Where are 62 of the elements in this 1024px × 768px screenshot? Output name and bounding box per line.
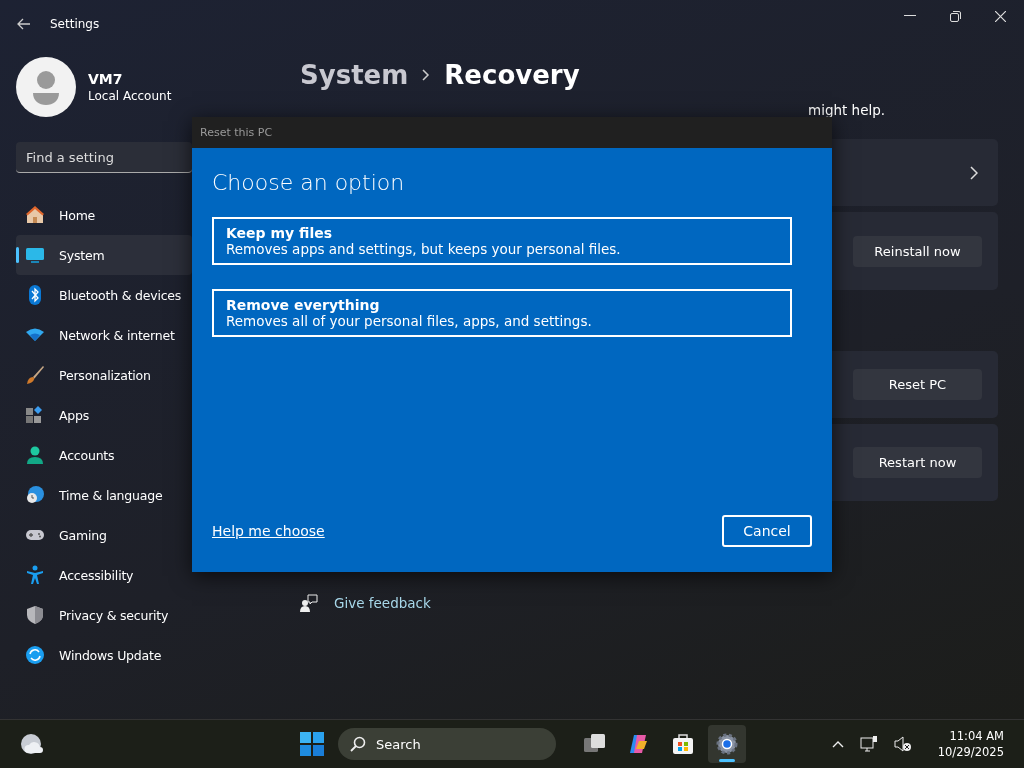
weather-icon[interactable] (20, 733, 46, 756)
gear-icon (715, 732, 739, 757)
sidebar-item[interactable]: System (16, 235, 192, 275)
chevron-icon[interactable] (970, 165, 978, 180)
home-icon (25, 205, 45, 225)
clock-time[interactable]: 11:04 AM (949, 729, 1004, 744)
feedback-icon (300, 594, 318, 612)
sidebar-item[interactable]: Accessibility (16, 555, 192, 595)
breadcrumb-link[interactable]: System (300, 60, 409, 90)
feedback-link[interactable]: Give feedback (334, 595, 431, 611)
search-field[interactable]: Find a setting (16, 142, 192, 173)
shield-icon (25, 605, 45, 625)
dialog-heading: Choose an option (212, 170, 406, 195)
option-title: Remove everything (226, 297, 381, 313)
option-button[interactable]: Remove everything Removes all of your personal files, apps, and settings. (212, 289, 792, 337)
sidebar-item[interactable]: Apps (16, 395, 192, 435)
accessibility-icon (25, 565, 45, 585)
action-button[interactable]: Reinstall now (853, 235, 982, 267)
apps-icon (25, 405, 45, 425)
time-icon (25, 485, 45, 505)
dialog-title: Reset this PC (200, 126, 273, 139)
account-name: VM7 (88, 71, 124, 87)
sidebar-item[interactable]: Privacy & security (16, 595, 192, 635)
accounts-icon (25, 445, 45, 465)
option-button[interactable]: Keep my files Removes apps and settings, but keeps your personal files. (212, 217, 792, 265)
page-title: Recovery (444, 60, 580, 90)
action-button[interactable]: Restart now (853, 447, 982, 478)
action-button[interactable]: Reset PC (853, 369, 982, 400)
sidebar-item[interactable]: Bluetooth & devices (16, 275, 192, 315)
avatar-icon (16, 57, 76, 117)
sidebar-item[interactable]: Time & language (16, 475, 192, 515)
network-icon[interactable] (859, 736, 878, 753)
close-icon[interactable] (995, 10, 1006, 22)
sidebar-item[interactable]: Accounts (16, 435, 192, 475)
help-link[interactable]: Help me choose (212, 523, 325, 539)
search-icon (350, 736, 366, 753)
option-description: Removes apps and settings, but keeps your personal files. (226, 241, 622, 257)
option-description: Removes all of your personal files, apps, and settings. (226, 313, 593, 329)
sidebar-item[interactable]: Personalization (16, 355, 192, 395)
brush-icon (25, 365, 45, 385)
chevron-up-icon[interactable] (831, 740, 844, 749)
window-title: Settings (50, 17, 100, 31)
start-icon[interactable] (300, 732, 324, 757)
taskbar-search[interactable]: Search (338, 728, 556, 761)
account-type: Local Account (88, 89, 172, 103)
sidebar-item[interactable]: Network & internet (16, 315, 192, 355)
option-title: Keep my files (226, 225, 334, 241)
cancel-button[interactable]: Cancel (722, 515, 812, 547)
muted-speaker-icon[interactable] (893, 736, 912, 753)
settings-taskbar-button[interactable] (708, 725, 746, 764)
sidebar-item[interactable]: Windows Update (16, 635, 192, 675)
sidebar-item[interactable]: Gaming (16, 515, 192, 555)
sidebar-item[interactable]: Home (16, 195, 192, 235)
chevron-icon (422, 69, 431, 81)
restore-icon[interactable] (950, 10, 961, 22)
update-icon (25, 645, 45, 665)
minimize-icon[interactable] (904, 15, 916, 17)
description-text: might help. (808, 102, 886, 118)
store-icon (671, 732, 695, 757)
clock-date[interactable]: 10/29/2025 (937, 745, 1004, 760)
system-icon (25, 245, 45, 265)
back-icon[interactable] (17, 18, 31, 30)
